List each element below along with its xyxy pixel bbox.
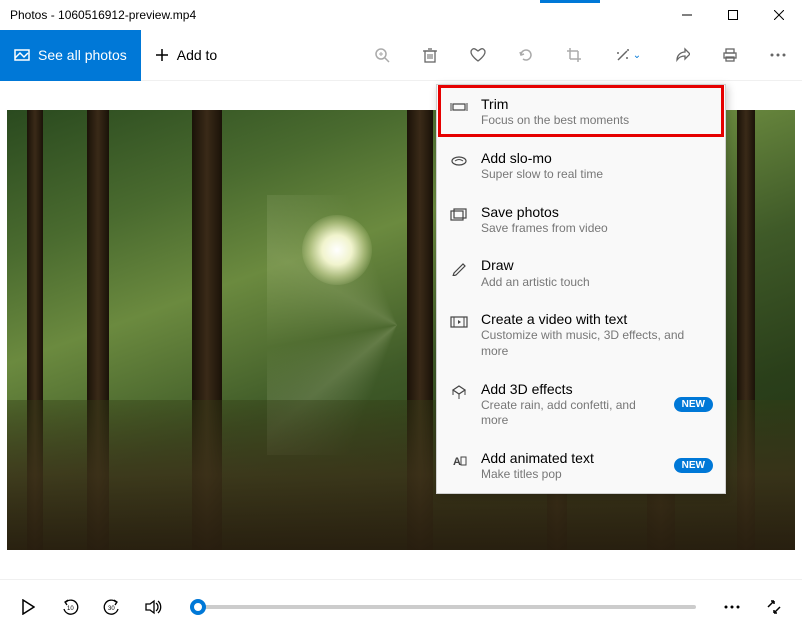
menu-sub: Customize with music, 3D effects, and mo…	[481, 328, 713, 359]
minimize-button[interactable]	[664, 0, 710, 30]
menu-sub: Make titles pop	[481, 467, 662, 483]
skip-forward-button[interactable]: 30	[100, 595, 124, 619]
delete-button[interactable]	[406, 30, 454, 81]
menu-label: Add 3D effects	[481, 380, 662, 398]
edit-create-button[interactable]: ⌄	[598, 30, 658, 81]
menu-label: Draw	[481, 256, 713, 274]
menu-item-create-video[interactable]: Create a video with textCustomize with m…	[437, 300, 725, 369]
zoom-icon	[374, 47, 390, 63]
menu-label: Trim	[481, 95, 713, 113]
svg-text:30: 30	[108, 606, 115, 612]
add-to-button[interactable]: Add to	[141, 30, 231, 81]
skip-back-button[interactable]: 10	[58, 595, 82, 619]
menu-sub: Super slow to real time	[481, 167, 713, 183]
menu-item-trim[interactable]: TrimFocus on the best moments	[437, 85, 725, 139]
menu-sub: Focus on the best moments	[481, 113, 713, 129]
new-badge: NEW	[674, 397, 713, 412]
playbar-more-button[interactable]	[720, 595, 744, 619]
save-photos-icon	[449, 205, 469, 225]
video-text-icon	[449, 312, 469, 332]
menu-item-draw[interactable]: DrawAdd an artistic touch	[437, 246, 725, 300]
zoom-button[interactable]	[358, 30, 406, 81]
heart-icon	[469, 47, 487, 63]
effects-3d-icon	[449, 382, 469, 402]
menu-item-slomo[interactable]: Add slo-moSuper slow to real time	[437, 139, 725, 193]
maximize-button[interactable]	[710, 0, 756, 30]
share-button[interactable]	[658, 30, 706, 81]
window-accent	[540, 0, 600, 3]
magic-icon	[615, 47, 631, 63]
toolbar: See all photos Add to ⌄	[0, 30, 802, 81]
trim-icon	[449, 97, 469, 117]
menu-item-3d-effects[interactable]: Add 3D effectsCreate rain, add confetti,…	[437, 370, 725, 439]
rotate-button[interactable]	[502, 30, 550, 81]
more-button[interactable]	[754, 30, 802, 81]
play-button[interactable]	[16, 595, 40, 619]
menu-sub: Create rain, add confetti, and more	[481, 398, 662, 429]
draw-icon	[449, 258, 469, 278]
menu-label: Add animated text	[481, 449, 662, 467]
edit-dropdown-menu: TrimFocus on the best moments Add slo-mo…	[436, 84, 726, 494]
menu-sub: Add an artistic touch	[481, 275, 713, 291]
title-bar: Photos - 1060516912-preview.mp4	[0, 0, 802, 30]
window-title: Photos - 1060516912-preview.mp4	[10, 8, 196, 22]
photos-icon	[14, 47, 30, 63]
menu-sub: Save frames from video	[481, 221, 713, 237]
slomo-icon	[449, 151, 469, 171]
menu-item-save-photos[interactable]: Save photosSave frames from video	[437, 193, 725, 247]
close-button[interactable]	[756, 0, 802, 30]
print-icon	[722, 47, 738, 63]
menu-label: Save photos	[481, 203, 713, 221]
playback-bar: 10 30	[0, 579, 802, 634]
rotate-icon	[518, 47, 534, 63]
crop-button[interactable]	[550, 30, 598, 81]
svg-text:10: 10	[67, 606, 74, 612]
share-icon	[674, 47, 690, 63]
new-badge: NEW	[674, 458, 713, 473]
plus-icon	[155, 48, 169, 62]
see-all-label: See all photos	[38, 47, 127, 63]
print-button[interactable]	[706, 30, 754, 81]
fullscreen-button[interactable]	[762, 595, 786, 619]
crop-icon	[566, 47, 582, 63]
chevron-down-icon: ⌄	[633, 50, 641, 61]
see-all-photos-button[interactable]: See all photos	[0, 30, 141, 81]
menu-label: Add slo-mo	[481, 149, 713, 167]
menu-label: Create a video with text	[481, 310, 713, 328]
svg-text:A: A	[453, 456, 461, 468]
add-to-label: Add to	[177, 47, 217, 63]
trash-icon	[422, 47, 438, 63]
slider-knob[interactable]	[190, 599, 206, 615]
ellipsis-icon	[770, 53, 786, 57]
animated-text-icon: A	[449, 451, 469, 471]
menu-item-animated-text[interactable]: A Add animated textMake titles pop NEW	[437, 439, 725, 493]
volume-button[interactable]	[142, 595, 166, 619]
progress-slider[interactable]	[190, 605, 696, 609]
favorite-button[interactable]	[454, 30, 502, 81]
